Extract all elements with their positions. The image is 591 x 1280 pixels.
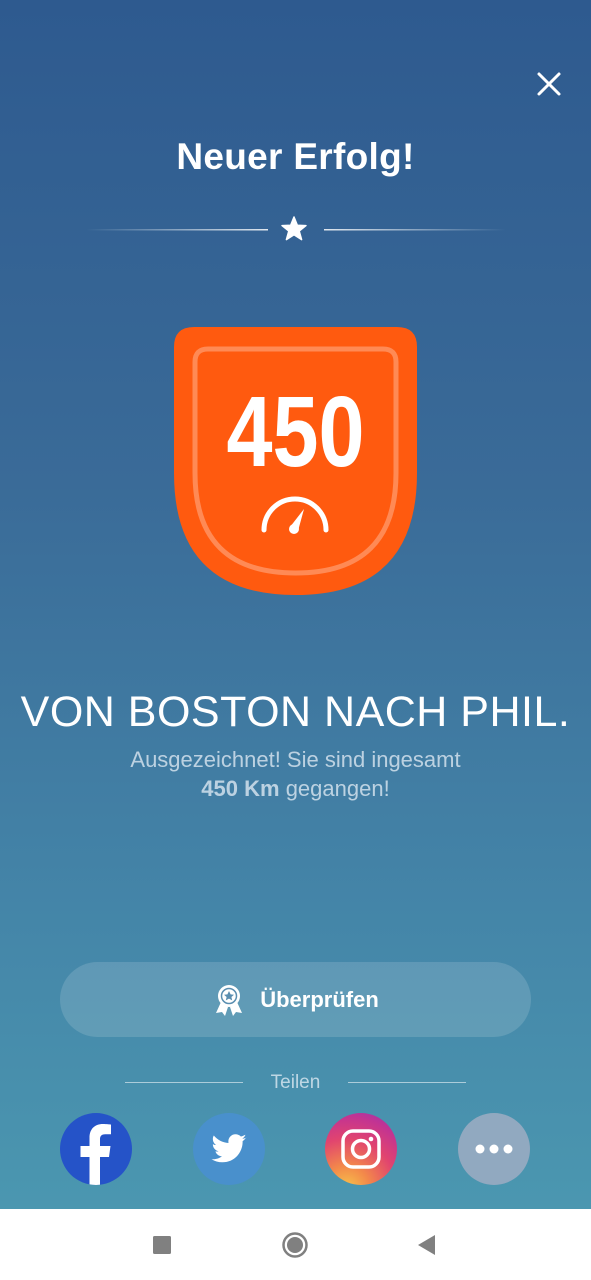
star-divider <box>86 216 506 241</box>
achievement-screen: Neuer Erfolg! 450 VON BOSTON NACH PHIL. … <box>0 0 591 1209</box>
home-icon <box>282 1232 308 1258</box>
instagram-share-button[interactable] <box>325 1113 397 1185</box>
description-line-2-rest: gegangen! <box>279 776 390 801</box>
home-button[interactable] <box>279 1229 311 1261</box>
more-share-button[interactable] <box>458 1113 530 1185</box>
page-title: Neuer Erfolg! <box>176 136 415 177</box>
description-line-2: 450 Km gegangen! <box>0 774 591 803</box>
achievement-headline: VON BOSTON NACH PHIL. <box>20 688 571 736</box>
recent-apps-button[interactable] <box>146 1229 178 1261</box>
review-button[interactable]: Überprüfen <box>60 962 531 1037</box>
share-label: Teilen <box>270 1072 321 1093</box>
close-icon <box>537 72 561 96</box>
instagram-icon <box>341 1129 381 1169</box>
back-icon <box>418 1235 435 1255</box>
distance-value: 450 Km <box>201 776 280 801</box>
share-divider-right <box>348 1082 466 1083</box>
twitter-icon <box>211 1134 247 1163</box>
star-icon <box>281 216 307 241</box>
badge-value: 450 <box>227 376 365 488</box>
close-button[interactable] <box>527 62 571 106</box>
back-button[interactable] <box>411 1229 443 1261</box>
share-section-header: Teilen <box>0 1070 591 1098</box>
achievement-badge: 450 <box>174 327 417 595</box>
award-ribbon-icon <box>216 984 243 1016</box>
description-line-1: Ausgezeichnet! Sie sind ingesamt <box>130 747 461 772</box>
system-navigation-bar <box>0 1209 591 1280</box>
review-button-label: Überprüfen <box>260 986 379 1012</box>
more-dots-icon <box>475 1144 513 1154</box>
facebook-icon <box>80 1124 111 1185</box>
achievement-description: Ausgezeichnet! Sie sind ingesamt 450 Km … <box>0 745 591 803</box>
twitter-share-button[interactable] <box>193 1113 265 1185</box>
recent-apps-icon <box>153 1236 171 1254</box>
facebook-share-button[interactable] <box>60 1113 132 1185</box>
